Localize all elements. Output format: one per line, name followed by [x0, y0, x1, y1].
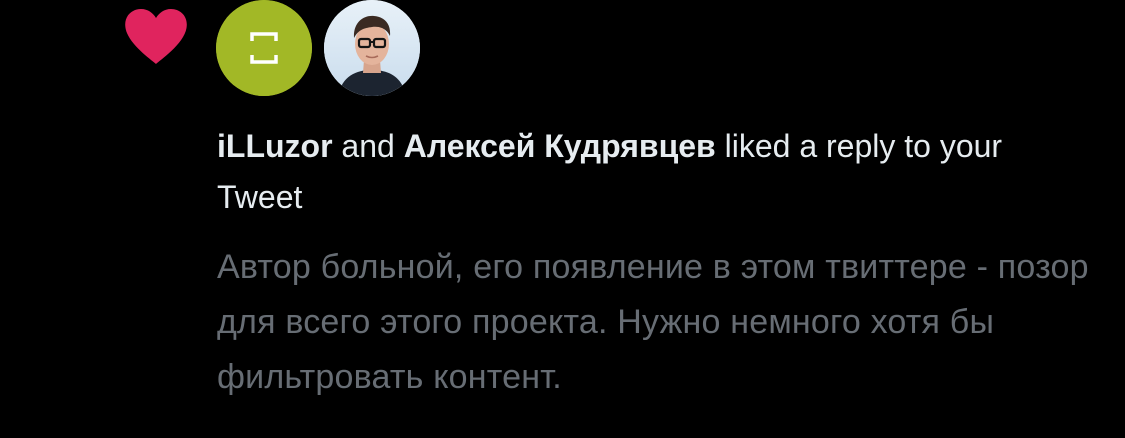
liked-reply-text[interactable]: Автор больной, его появление в этом твит…	[217, 240, 1097, 405]
user-photo	[324, 0, 420, 96]
headline-connector: and	[332, 128, 404, 164]
like-notification[interactable]: iLLuzor and Алексей Кудрявцев liked a re…	[0, 0, 1125, 438]
heart-icon	[125, 9, 187, 64]
default-avatar-icon	[216, 0, 312, 96]
actor-name-1[interactable]: iLLuzor	[217, 128, 333, 164]
notification-headline: iLLuzor and Алексей Кудрявцев liked a re…	[217, 121, 1077, 223]
actor-name-2[interactable]: Алексей Кудрявцев	[404, 128, 716, 164]
avatar-illuzor[interactable]	[216, 0, 312, 96]
avatar-aleksey-kudryavtsev[interactable]	[324, 0, 420, 96]
